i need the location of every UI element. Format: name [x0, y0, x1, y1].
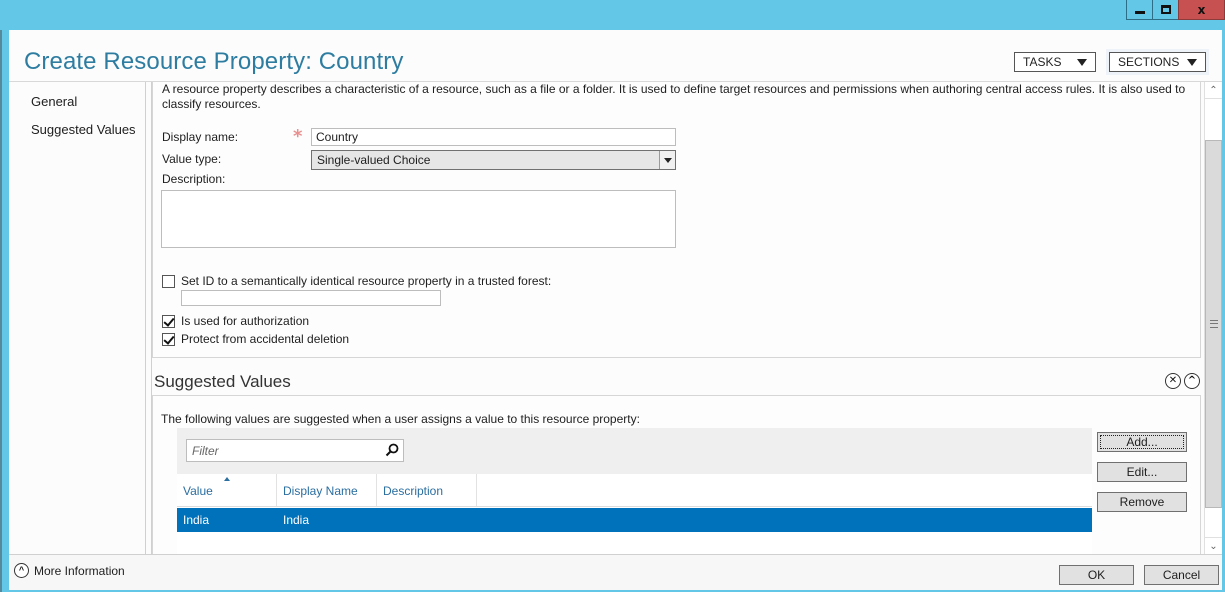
header-divider: [177, 506, 1092, 507]
authorization-row: Is used for authorization: [162, 314, 309, 328]
page-title: Create Resource Property: Country: [24, 48, 404, 75]
close-section-icon[interactable]: ✕: [1165, 373, 1181, 389]
sections-button[interactable]: SECTIONS: [1109, 52, 1206, 72]
close-button[interactable]: x: [1178, 0, 1225, 20]
display-name-input[interactable]: Country: [311, 128, 676, 146]
add-button[interactable]: Add...: [1097, 432, 1187, 452]
description-textarea[interactable]: [161, 190, 676, 248]
set-id-row: Set ID to a semantically identical resou…: [162, 274, 551, 288]
column-header-value[interactable]: Value: [177, 474, 277, 506]
edit-button[interactable]: Edit...: [1097, 462, 1187, 482]
set-id-input[interactable]: [181, 290, 441, 306]
authorization-label: Is used for authorization: [181, 314, 310, 328]
close-icon: x: [1197, 2, 1206, 17]
vertical-scrollbar[interactable]: ⌃ ⌄: [1204, 82, 1222, 554]
window-edge: [0, 30, 9, 592]
suggested-values-title: Suggested Values: [154, 372, 291, 391]
table-row[interactable]: India India: [177, 508, 1092, 532]
minimize-button[interactable]: [1126, 0, 1153, 20]
minimize-icon: [1134, 11, 1145, 14]
value-type-label: Value type:: [162, 152, 222, 166]
dialog: Create Resource Property: Country TASKS …: [9, 30, 1222, 590]
display-name-label: Display name:: [162, 130, 239, 144]
chevron-down-icon: [1187, 58, 1197, 66]
grip-icon: [1210, 320, 1218, 328]
general-intro: A resource property describes a characte…: [162, 82, 1186, 111]
section-controls: ✕ ^: [1165, 373, 1200, 389]
filter-placeholder: Filter: [192, 444, 219, 458]
cell-value: India: [183, 513, 210, 527]
title-bar: x: [0, 0, 1225, 30]
scroll-up-icon[interactable]: ⌃: [1205, 82, 1222, 99]
tasks-label: TASKS: [1023, 55, 1062, 69]
protect-row: Protect from accidental deletion: [162, 332, 349, 346]
maximize-button[interactable]: [1152, 0, 1179, 20]
collapse-section-icon[interactable]: ^: [1184, 373, 1200, 389]
more-information-label: More Information: [34, 563, 125, 578]
remove-button[interactable]: Remove: [1097, 492, 1187, 512]
value-type-select[interactable]: Single-valued Choice: [311, 150, 676, 170]
protect-checkbox[interactable]: [162, 332, 175, 346]
sections-label: SECTIONS: [1118, 55, 1180, 69]
required-icon: *: [293, 126, 303, 147]
filter-input[interactable]: Filter: [186, 439, 404, 462]
column-header-display-name[interactable]: Display Name: [277, 474, 377, 506]
column-header-label: Value: [183, 484, 213, 498]
value-type-value: Single-valued Choice: [317, 153, 431, 167]
search-icon[interactable]: [385, 443, 399, 457]
nav-divider: [145, 82, 146, 554]
set-id-checkbox[interactable]: [162, 274, 175, 288]
section-nav: General Suggested Values: [9, 82, 146, 554]
set-id-label: Set ID to a semantically identical resou…: [181, 274, 552, 288]
values-grid: Filter Value Display Name Description In…: [177, 428, 1092, 554]
column-header-label: Description: [383, 484, 444, 498]
scroll-down-icon[interactable]: ⌄: [1205, 537, 1222, 554]
scrollbar-thumb[interactable]: [1205, 140, 1222, 508]
nav-item-general[interactable]: General: [31, 94, 77, 109]
suggested-values-intro: The following values are suggested when …: [161, 412, 640, 426]
maximize-icon: [1160, 5, 1171, 14]
expand-up-icon: ^: [14, 563, 29, 578]
ok-button[interactable]: OK: [1059, 565, 1134, 585]
nav-item-suggested-values[interactable]: Suggested Values: [31, 122, 136, 137]
column-header-label: Display Name: [283, 484, 358, 498]
content-pane: A resource property describes a characte…: [152, 82, 1204, 554]
tasks-button[interactable]: TASKS: [1014, 52, 1096, 72]
column-header-description[interactable]: Description: [377, 474, 477, 506]
general-section: A resource property describes a characte…: [152, 82, 1201, 358]
description-label: Description:: [162, 172, 226, 186]
protect-label: Protect from accidental deletion: [181, 332, 350, 346]
sort-ascending-icon: [224, 477, 230, 481]
chevron-down-icon: [1077, 58, 1087, 66]
window-controls: x: [1126, 0, 1225, 20]
cancel-button[interactable]: Cancel: [1144, 565, 1219, 585]
chevron-down-icon[interactable]: [659, 151, 675, 169]
cell-display-name: India: [283, 513, 310, 527]
footer: ^ More Information OK Cancel: [9, 555, 1222, 590]
filter-bar: Filter: [177, 428, 1092, 474]
authorization-checkbox[interactable]: [162, 314, 175, 328]
more-information-toggle[interactable]: ^ More Information: [14, 563, 125, 578]
